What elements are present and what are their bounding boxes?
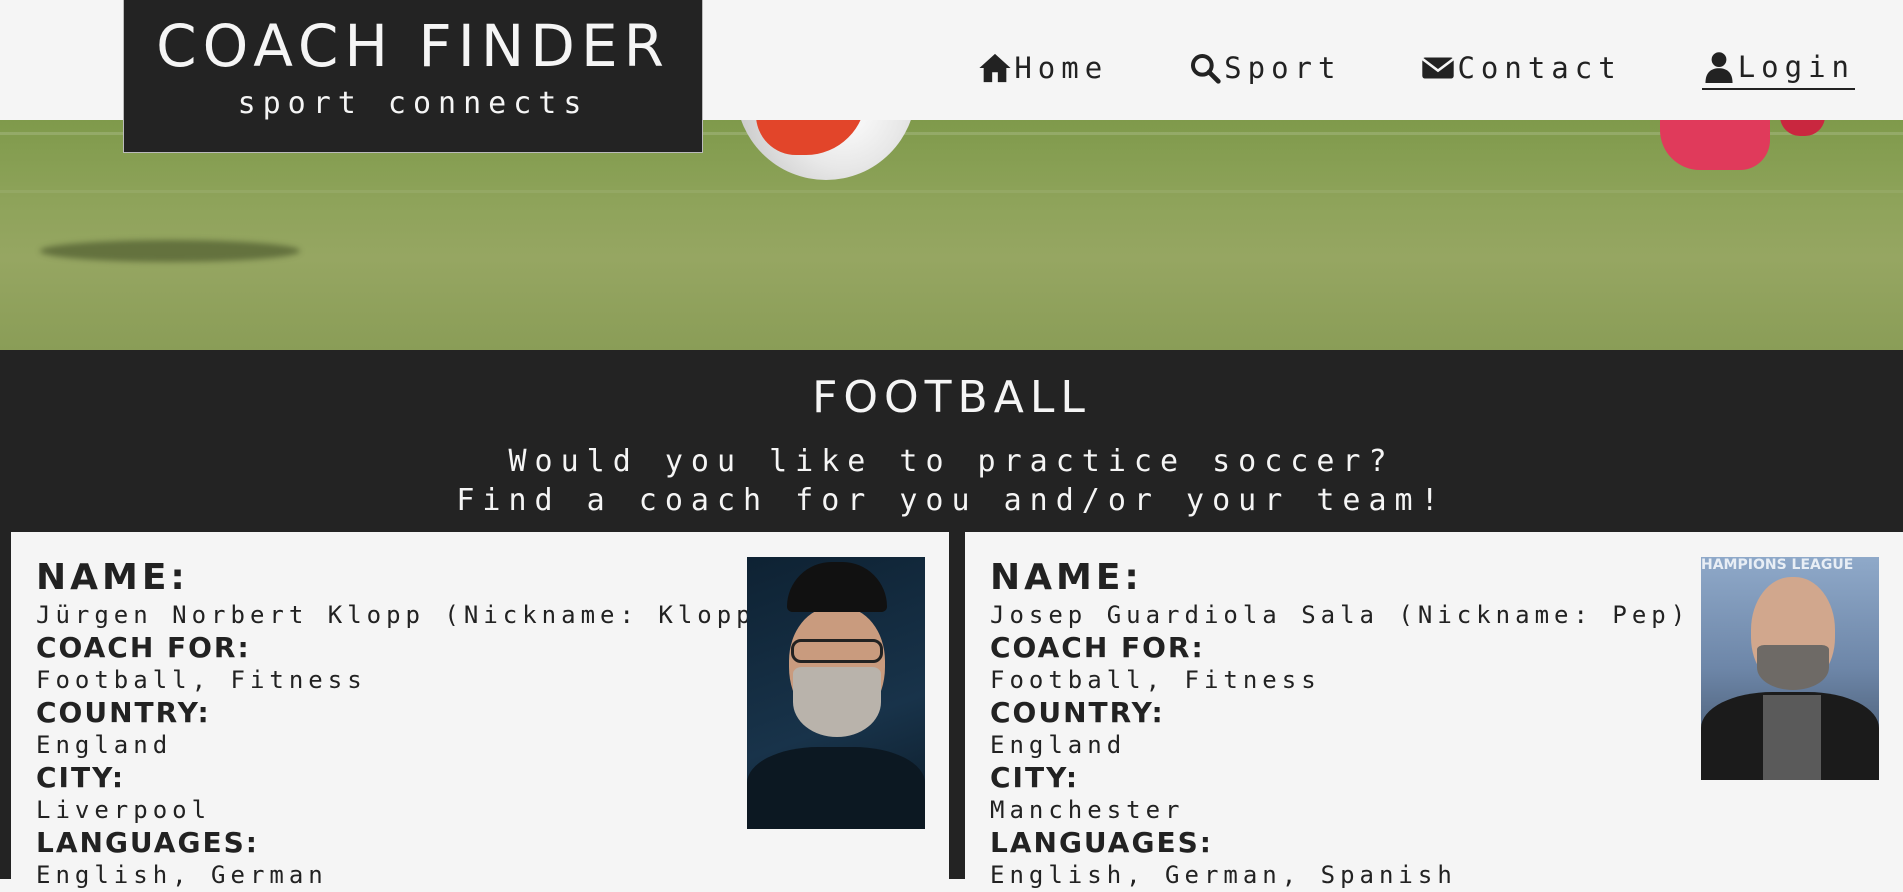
home-icon <box>979 53 1011 83</box>
section-subtitle-line2: Find a coach for you and/or your team! <box>456 483 1447 518</box>
city-value: Liverpool <box>36 796 212 824</box>
nav-home[interactable]: Home <box>978 50 1108 90</box>
city-value: Manchester <box>990 796 1185 824</box>
country-value: England <box>990 731 1127 759</box>
languages-label: LANGUAGES: <box>36 826 259 859</box>
nav-login-label: Login <box>1737 50 1855 84</box>
section-subtitle: Would you like to practice soccer? Find … <box>0 442 1903 520</box>
coach-for-value: Football, Fitness <box>36 666 367 694</box>
shoe-image <box>1660 120 1770 170</box>
coach-for-label: COACH FOR: <box>36 631 251 664</box>
nav-home-label: Home <box>1014 51 1109 85</box>
coach-photo: HAMPIONS LEAGUE <box>1701 557 1879 780</box>
nav-contact[interactable]: Contact <box>1421 50 1621 90</box>
section-subtitle-line1: Would you like to practice soccer? <box>508 444 1395 479</box>
brand-subtitle: sport connects <box>237 86 589 121</box>
hero-image <box>0 120 1903 350</box>
name-label: NAME: <box>990 557 1143 598</box>
football-image <box>736 120 916 180</box>
name-label: NAME: <box>36 557 189 598</box>
user-icon <box>1705 52 1733 83</box>
languages-value: English, German, Spanish <box>990 861 1457 889</box>
coach-for-value: Football, Fitness <box>990 666 1321 694</box>
photo-backdrop-text: HAMPIONS LEAGUE <box>1701 557 1854 573</box>
languages-value: English, German <box>36 861 328 889</box>
country-value: England <box>36 731 173 759</box>
nav-sport-label: Sport <box>1224 51 1342 85</box>
nav-contact-label: Contact <box>1457 51 1622 85</box>
coach-name: Josep Guardiola Sala (Nickname: Pep) <box>990 601 1691 629</box>
coach-for-label: COACH FOR: <box>990 631 1205 664</box>
coach-photo <box>747 557 925 829</box>
languages-label: LANGUAGES: <box>990 826 1213 859</box>
search-icon <box>1191 54 1221 84</box>
grass-shadow <box>40 240 300 262</box>
nav-login[interactable]: Login <box>1701 50 1855 90</box>
country-label: COUNTRY: <box>990 696 1165 729</box>
section-title: FOOTBALL <box>812 372 1091 423</box>
city-label: CITY: <box>990 761 1080 794</box>
country-label: COUNTRY: <box>36 696 211 729</box>
main-nav: Home Sport Contact Login <box>898 50 1855 90</box>
brand-title: COACH FINDER <box>156 12 670 80</box>
nav-sport[interactable]: Sport <box>1188 50 1341 90</box>
brand-logo[interactable]: COACH FINDER sport connects <box>123 0 703 153</box>
city-label: CITY: <box>36 761 126 794</box>
coach-card: NAME: Jürgen Norbert Klopp (Nickname: Kl… <box>11 532 949 892</box>
coach-card: NAME: Josep Guardiola Sala (Nickname: Pe… <box>965 532 1903 892</box>
envelope-icon <box>1421 57 1455 79</box>
coach-name: Jürgen Norbert Klopp (Nickname: Kloppo) <box>36 601 795 629</box>
